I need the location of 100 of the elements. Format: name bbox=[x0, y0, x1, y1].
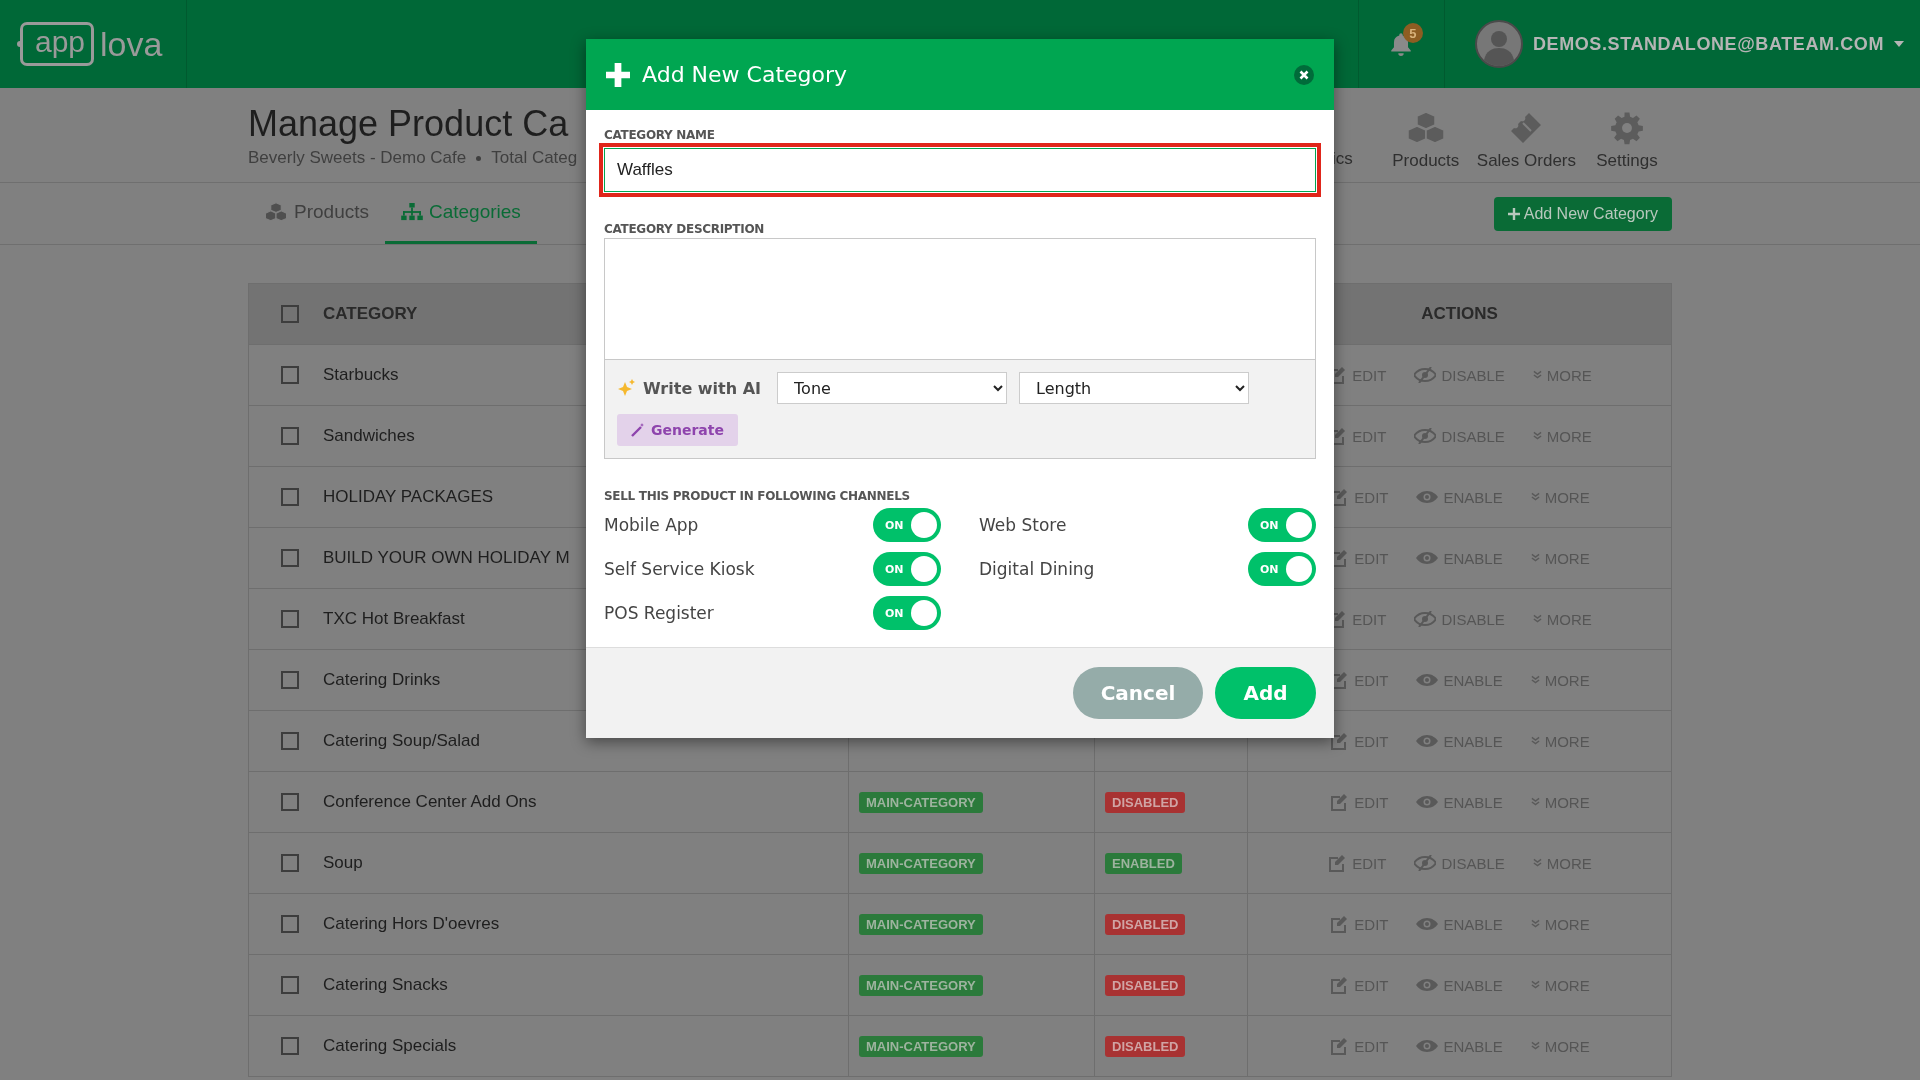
row-checkbox[interactable] bbox=[281, 610, 299, 628]
type-badge: MAIN-CATEGORY bbox=[859, 791, 983, 813]
notifications-button[interactable]: 5 bbox=[1357, 0, 1445, 88]
row-checkbox[interactable] bbox=[281, 366, 299, 384]
column-header: CATEGORY bbox=[323, 304, 418, 324]
row-checkbox[interactable] bbox=[281, 976, 299, 994]
row-checkbox[interactable] bbox=[281, 854, 299, 872]
chevrons-icon bbox=[1532, 370, 1542, 380]
chevrons-icon bbox=[1530, 980, 1540, 990]
channel-toggle[interactable]: ON bbox=[1248, 552, 1316, 586]
wand-icon bbox=[631, 423, 645, 437]
column-header: ACTIONS bbox=[1421, 304, 1498, 324]
description-field[interactable] bbox=[604, 238, 1316, 360]
tab[interactable]: Categories bbox=[385, 183, 537, 244]
eye-slash-icon bbox=[1414, 611, 1437, 627]
channel-toggle[interactable]: ON bbox=[873, 508, 941, 542]
type-badge: MAIN-CATEGORY bbox=[859, 1035, 983, 1057]
edit-icon bbox=[1329, 1037, 1350, 1055]
category-name: Sandwiches bbox=[323, 426, 415, 446]
edit-icon bbox=[1329, 915, 1350, 933]
status-badge: DISABLED bbox=[1105, 913, 1186, 935]
cubes-icon bbox=[1405, 111, 1446, 145]
close-button[interactable] bbox=[1294, 64, 1314, 85]
ticket-icon bbox=[1509, 111, 1544, 145]
cancel-button[interactable]: Cancel bbox=[1073, 667, 1203, 719]
add-button[interactable]: Add bbox=[1215, 667, 1316, 719]
category-name: BUILD YOUR OWN HOLIDAY M bbox=[323, 548, 570, 568]
caret-icon bbox=[1894, 41, 1904, 47]
type-badge: MAIN-CATEGORY bbox=[859, 974, 983, 996]
chevrons-icon bbox=[1530, 675, 1540, 685]
row-checkbox[interactable] bbox=[281, 671, 299, 689]
eye-slash-icon bbox=[1414, 367, 1437, 383]
channel-toggle[interactable]: ON bbox=[1248, 508, 1316, 542]
chevrons-icon bbox=[1530, 492, 1540, 502]
eye-slash-icon bbox=[1414, 855, 1437, 871]
store-name: Beverly Sweets - Demo Cafe bbox=[248, 148, 467, 168]
nav-link[interactable]: Products bbox=[1380, 111, 1471, 171]
edit-icon bbox=[1329, 793, 1350, 811]
cubes-icon bbox=[264, 202, 288, 222]
channel-label: Self Service Kiosk bbox=[604, 559, 755, 579]
chevrons-icon bbox=[1530, 1041, 1540, 1051]
row-checkbox[interactable] bbox=[281, 793, 299, 811]
eye-icon bbox=[1416, 795, 1439, 809]
status-badge: DISABLED bbox=[1105, 791, 1186, 813]
plus-icon bbox=[606, 62, 630, 87]
nav-link[interactable]: Sales Orders bbox=[1476, 111, 1576, 171]
gear-icon bbox=[1610, 111, 1644, 145]
field-label: CATEGORY DESCRIPTION bbox=[604, 222, 766, 236]
edit-icon bbox=[1327, 854, 1348, 872]
separator-dot bbox=[476, 155, 482, 161]
row-checkbox[interactable] bbox=[281, 427, 299, 445]
add-category-button[interactable]: Add New Category bbox=[1493, 196, 1672, 231]
category-name: Catering Specials bbox=[323, 1036, 457, 1056]
row-checkbox[interactable] bbox=[281, 915, 299, 933]
row-checkbox[interactable] bbox=[281, 488, 299, 506]
category-name: TXC Hot Breakfast bbox=[323, 609, 465, 629]
status-badge: DISABLED bbox=[1105, 974, 1186, 996]
status-badge: ENABLED bbox=[1105, 852, 1182, 874]
eye-icon bbox=[1416, 978, 1439, 992]
generate-button[interactable]: Generate bbox=[617, 414, 738, 446]
sitemap-icon bbox=[401, 203, 423, 221]
eye-icon bbox=[1416, 673, 1439, 687]
tab[interactable]: Products bbox=[248, 183, 385, 244]
notification-count: 5 bbox=[1402, 23, 1423, 43]
chevrons-icon bbox=[1532, 858, 1542, 868]
nav-link[interactable]: Settings bbox=[1582, 111, 1672, 171]
eye-slash-icon bbox=[1414, 428, 1437, 444]
user-menu[interactable]: DEMOS.STANDALONE@BATEAM.COM bbox=[1444, 0, 1920, 88]
dialog-title: Add New Category bbox=[642, 62, 849, 87]
category-name: Soup bbox=[323, 853, 363, 873]
avatar-icon bbox=[1474, 20, 1523, 68]
chevrons-icon bbox=[1530, 553, 1540, 563]
edit-icon bbox=[1329, 976, 1350, 994]
logo-text: lova bbox=[100, 24, 163, 64]
channel-toggle[interactable]: ON bbox=[873, 596, 941, 630]
row-checkbox[interactable] bbox=[281, 732, 299, 750]
row-checkbox[interactable] bbox=[281, 549, 299, 567]
channel-label: Digital Dining bbox=[979, 559, 1095, 579]
length-select[interactable]: Length bbox=[1019, 372, 1250, 404]
section-label: SELL THIS PRODUCT IN FOLLOWING CHANNELS bbox=[604, 489, 911, 503]
plus-icon bbox=[1507, 207, 1520, 220]
channel-label: Web Store bbox=[979, 515, 1067, 535]
chevrons-icon bbox=[1532, 614, 1542, 624]
tone-select[interactable]: Tone bbox=[777, 372, 1008, 404]
category-name: Conference Center Add Ons bbox=[323, 792, 537, 812]
type-badge: MAIN-CATEGORY bbox=[859, 852, 983, 874]
eye-icon bbox=[1416, 917, 1439, 931]
category-total: Total Categ bbox=[491, 148, 578, 168]
select-all-checkbox[interactable] bbox=[281, 305, 299, 323]
category-name: Starbucks bbox=[323, 365, 399, 385]
status-badge: DISABLED bbox=[1105, 1035, 1186, 1057]
category-name: Catering Drinks bbox=[323, 670, 441, 690]
channel-toggle[interactable]: ON bbox=[873, 552, 941, 586]
logo-mark: app bbox=[20, 22, 95, 66]
row-checkbox[interactable] bbox=[281, 1037, 299, 1055]
sparkle-icon bbox=[617, 378, 637, 398]
chevrons-icon bbox=[1530, 797, 1540, 807]
channel-label: Mobile App bbox=[604, 515, 699, 535]
ai-label: Write with AI bbox=[643, 378, 762, 398]
eye-icon bbox=[1416, 551, 1439, 565]
